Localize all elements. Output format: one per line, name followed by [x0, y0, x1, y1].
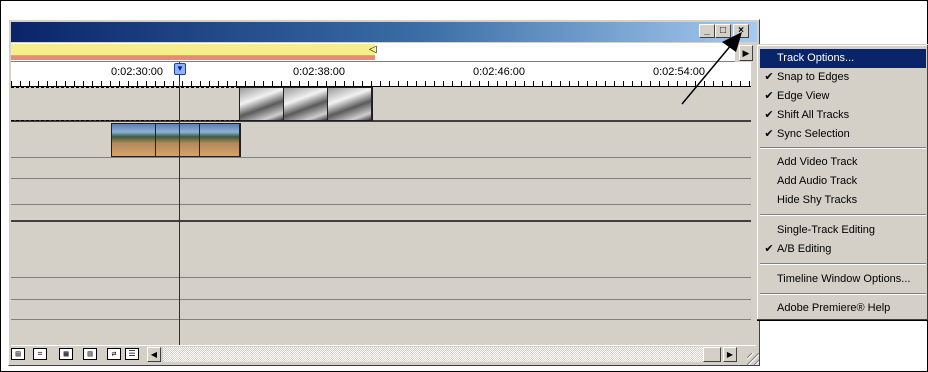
menu-item-ab-editing[interactable]: ✔ A/B Editing [760, 240, 926, 259]
menu-item-label: Snap to Edges [777, 71, 850, 83]
menu-item-label: A/B Editing [777, 243, 832, 255]
video-clip-bw[interactable] [239, 87, 373, 121]
ruler-ticks [11, 81, 751, 86]
ruler-mark: 0:02:54:00 [653, 66, 705, 78]
edge-view-icon[interactable]: ▦ [59, 348, 73, 360]
clip-thumbnail [240, 88, 284, 120]
video-clip-color[interactable] [111, 123, 241, 157]
track-divider [11, 277, 751, 278]
check-icon: ✔ [764, 128, 774, 140]
track-divider [11, 319, 751, 320]
close-button[interactable]: × [733, 24, 749, 38]
menu-separator [760, 147, 926, 149]
menu-item-add-video-track[interactable]: Add Video Track [760, 153, 926, 172]
minimize-button[interactable]: _ [699, 24, 715, 38]
ruler-mark: 0:02:46:00 [473, 66, 525, 78]
menu-item-label: Edge View [777, 90, 830, 102]
clip-thumbnail [156, 124, 200, 156]
menu-item-hide-shy-tracks[interactable]: Hide Shy Tracks [760, 191, 926, 210]
menu-item-label: Add Audio Track [777, 175, 858, 187]
work-area-end-marker[interactable]: ◁ [369, 44, 377, 55]
check-icon: ✔ [764, 243, 774, 255]
track-divider [11, 299, 751, 300]
clip-thumbnail [112, 124, 156, 156]
menu-item-label: Sync Selection [777, 128, 850, 140]
ruler-mark: 0:02:38:00 [293, 66, 345, 78]
work-area-preview-bar [11, 56, 375, 60]
timeline-window: _ □ × ◁ ▶ 0:02:30:00 0:02:38:00 0:02:46:… [8, 19, 760, 366]
scroll-right-button[interactable]: ▶ [723, 347, 737, 362]
shift-tracks-icon[interactable]: ▥ [83, 348, 97, 360]
maximize-button[interactable]: □ [715, 24, 731, 38]
check-icon: ✔ [764, 109, 774, 121]
timeline-context-menu: Track Options... ✔ Snap to Edges ✔ Edge … [756, 44, 928, 320]
track-divider [11, 157, 751, 158]
track-divider [11, 178, 751, 179]
menu-item-label: Shift All Tracks [777, 109, 850, 121]
toggle-snap-icon[interactable]: ⌗ [33, 348, 47, 360]
check-icon: ✔ [764, 71, 774, 83]
menu-item-single-track-editing[interactable]: Single-Track Editing [760, 221, 926, 240]
menu-item-label: Timeline Window Options... [777, 273, 911, 285]
scroll-thumb[interactable] [703, 347, 721, 362]
menu-item-timeline-window-options[interactable]: Timeline Window Options... [760, 270, 926, 289]
resize-grip[interactable] [747, 353, 759, 365]
sync-icon[interactable]: ⇄ [107, 348, 121, 360]
menu-item-add-audio-track[interactable]: Add Audio Track [760, 172, 926, 191]
menu-item-label: Single-Track Editing [777, 224, 876, 236]
menu-item-label: Add Video Track [777, 156, 858, 168]
menu-item-sync-selection[interactable]: ✔ Sync Selection [760, 125, 926, 144]
menu-item-label: Track Options... [777, 52, 855, 64]
menu-item-track-options[interactable]: Track Options... [760, 49, 926, 68]
horizontal-scrollbar-track[interactable] [163, 347, 703, 362]
menu-item-premiere-help[interactable]: Adobe Premiere® Help [760, 299, 926, 318]
track-area[interactable] [11, 87, 751, 345]
scroll-left-button[interactable]: ◀ [147, 347, 161, 362]
menu-separator [760, 214, 926, 216]
clip-thumbnail [200, 124, 240, 156]
menu-separator [760, 293, 926, 295]
work-area-yellow-bar[interactable] [11, 44, 375, 56]
toggle-icon[interactable]: ☰ [125, 348, 139, 360]
menu-item-snap-to-edges[interactable]: ✔ Snap to Edges [760, 68, 926, 87]
clip-thumbnail [284, 88, 328, 120]
ruler-mark: 0:02:30:00 [111, 66, 163, 78]
menu-separator [760, 263, 926, 265]
clip-thumbnail [328, 88, 372, 120]
work-area-bar[interactable]: ◁ [11, 43, 735, 62]
track-divider [11, 204, 751, 205]
title-bar[interactable]: _ □ × [11, 22, 757, 42]
menu-item-label: Hide Shy Tracks [777, 194, 858, 206]
time-ruler[interactable]: 0:02:30:00 0:02:38:00 0:02:46:00 0:02:54… [11, 62, 751, 87]
track-divider [11, 220, 751, 222]
menu-item-label: Adobe Premiere® Help [777, 302, 891, 314]
timeline-menu-button[interactable]: ▶ [739, 45, 753, 61]
track-format-icon[interactable]: ▤ [11, 348, 25, 360]
menu-item-edge-view[interactable]: ✔ Edge View [760, 87, 926, 106]
playhead-line [179, 62, 180, 345]
playhead-marker-icon[interactable]: ▼ [174, 63, 186, 75]
clip-dashed-outline [11, 87, 239, 121]
menu-item-shift-all-tracks[interactable]: ✔ Shift All Tracks [760, 106, 926, 125]
check-icon: ✔ [764, 90, 774, 102]
